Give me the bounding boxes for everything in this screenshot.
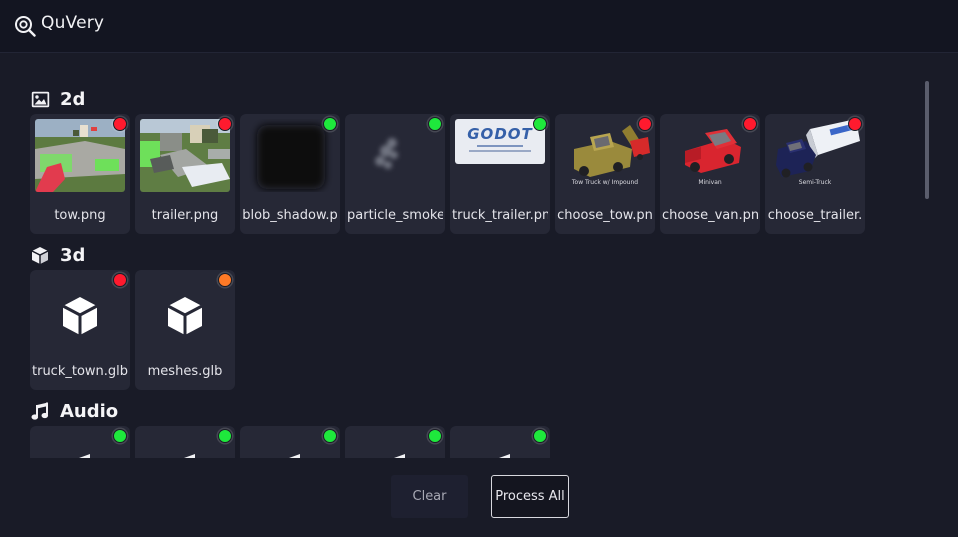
asset-tile[interactable]: Semi-Truck choose_trailer.	[765, 114, 865, 234]
status-indicator-green	[533, 117, 547, 131]
asset-tile[interactable]: particle_smoke	[345, 114, 445, 234]
asset-tile[interactable]: meshes.glb	[135, 270, 235, 390]
section-header-audio: Audio	[30, 399, 118, 423]
thumbnail-caption: Tow Truck w/ Impound	[571, 179, 639, 186]
asset-name: trailer.png	[151, 208, 219, 223]
asset-tile[interactable]	[240, 426, 340, 458]
cube-icon	[62, 297, 98, 335]
thumbnail-semi-truck: Semi-Truck	[770, 119, 860, 192]
thumbnail-minivan: Minivan	[665, 119, 755, 192]
thumbnail-scene-tow	[35, 119, 125, 192]
section-title: Audio	[60, 400, 119, 422]
asset-name: tow.png	[54, 208, 106, 223]
thumbnail-mesh	[35, 275, 125, 348]
asset-panel: 2d tow.png trailer.png blob_shadow.p par…	[0, 52, 958, 537]
asset-tile[interactable]	[345, 426, 445, 458]
asset-name: truck_town.glb	[32, 364, 128, 379]
thumbnail-scene-trailer	[140, 119, 230, 192]
asset-tile[interactable]	[30, 426, 130, 458]
status-indicator-green	[323, 117, 337, 131]
asset-tile[interactable]: trailer.png	[135, 114, 235, 234]
asset-tile[interactable]: blob_shadow.p	[240, 114, 340, 234]
thumbnail-tow-truck: Tow Truck w/ Impound	[560, 119, 650, 192]
thumbnail-caption: Minivan	[698, 179, 722, 186]
asset-tile[interactable]	[450, 426, 550, 458]
asset-name: choose_van.pn	[662, 208, 758, 223]
section-title: 3d	[60, 244, 86, 266]
clear-button[interactable]: Clear	[391, 475, 468, 518]
status-indicator-red	[113, 273, 127, 287]
asset-name: choose_tow.pn	[557, 208, 653, 223]
section-header-3d: 3d	[30, 243, 85, 267]
app-title: QuVery	[41, 13, 105, 33]
asset-tile[interactable]: Minivan choose_van.pn	[660, 114, 760, 234]
scrollbar-thumb[interactable]	[925, 81, 929, 199]
asset-tile[interactable]: tow.png	[30, 114, 130, 234]
status-indicator-green	[533, 429, 547, 443]
asset-scroll-area[interactable]: 2d tow.png trailer.png blob_shadow.p par…	[0, 53, 930, 458]
status-indicator-red	[743, 117, 757, 131]
cube-icon	[30, 245, 50, 265]
search-logo-icon	[15, 16, 36, 37]
asset-tile[interactable]: Tow Truck w/ Impound choose_tow.pn	[555, 114, 655, 234]
section-title: 2d	[60, 88, 86, 110]
music-note-icon	[30, 401, 50, 421]
action-footer: Clear Process All	[0, 458, 958, 537]
asset-tile[interactable]: truck_town.glb	[30, 270, 130, 390]
asset-name: particle_smoke	[347, 208, 443, 223]
thumbnail-blob-shadow	[245, 119, 335, 192]
status-indicator-red	[218, 117, 232, 131]
status-indicator-red	[638, 117, 652, 131]
status-indicator-green	[323, 429, 337, 443]
status-indicator-green	[428, 117, 442, 131]
thumbnail-godot-trailer: GODOT	[455, 119, 545, 164]
status-indicator-green	[428, 429, 442, 443]
thumbnail-caption: Semi-Truck	[798, 179, 832, 186]
asset-tile[interactable]: GODOT truck_trailer.pn	[450, 114, 550, 234]
cube-icon	[167, 297, 203, 335]
asset-name: choose_trailer.	[767, 208, 863, 223]
process-all-button[interactable]: Process All	[491, 475, 569, 518]
thumbnail-particle-smoke	[350, 119, 440, 192]
status-indicator-green	[218, 429, 232, 443]
asset-name: meshes.glb	[147, 364, 223, 379]
godot-logo-text: GODOT	[467, 125, 533, 143]
asset-name: truck_trailer.pn	[452, 208, 548, 223]
image-icon	[30, 89, 50, 109]
asset-tile[interactable]	[135, 426, 235, 458]
status-indicator-red	[113, 117, 127, 131]
title-bar: QuVery	[0, 0, 958, 52]
section-header-2d: 2d	[30, 87, 85, 111]
asset-name: blob_shadow.p	[242, 208, 338, 223]
thumbnail-mesh	[140, 275, 230, 348]
status-indicator-green	[113, 429, 127, 443]
status-indicator-red	[848, 117, 862, 131]
status-indicator-orange	[218, 273, 232, 287]
